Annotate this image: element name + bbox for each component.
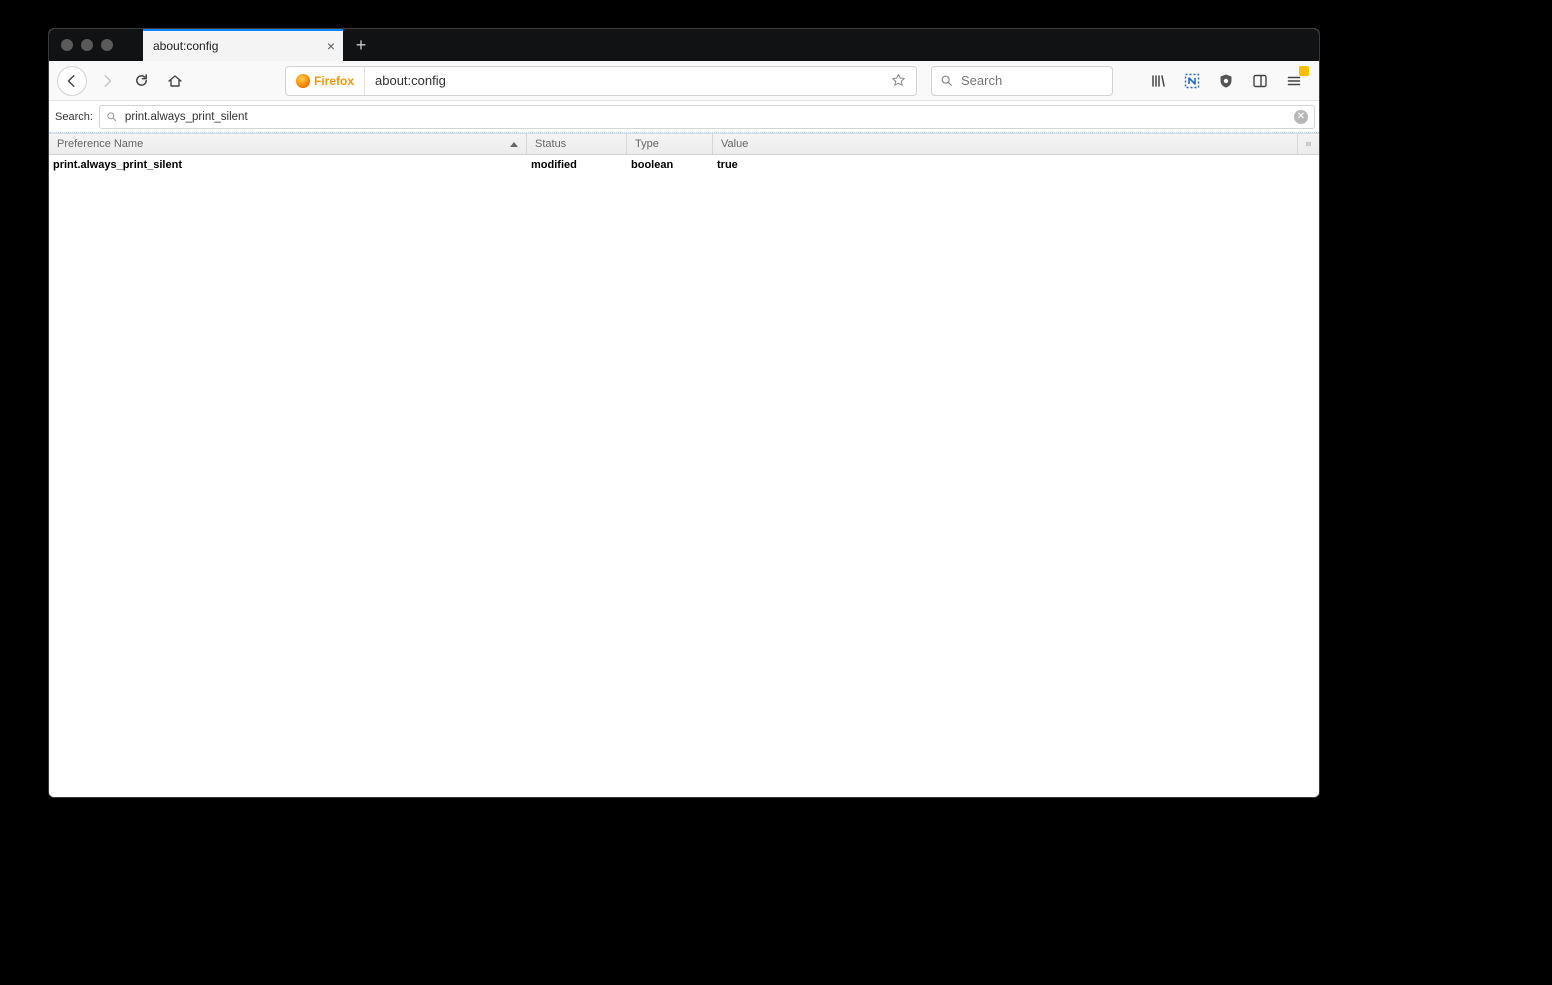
column-header-status-label: Status: [535, 138, 566, 150]
extension-ublock-button[interactable]: [1213, 68, 1239, 94]
column-picker-button[interactable]: [1297, 134, 1319, 154]
search-input[interactable]: [959, 72, 1139, 89]
pref-table-header: Preference Name Status Type Value: [49, 133, 1319, 155]
column-header-type[interactable]: Type: [627, 134, 713, 154]
extension-noscript-button[interactable]: [1179, 68, 1205, 94]
clear-search-button[interactable]: ✕: [1294, 110, 1308, 124]
url-text[interactable]: about:config: [365, 73, 881, 88]
column-header-name[interactable]: Preference Name: [49, 134, 527, 154]
home-icon: [167, 73, 183, 89]
search-icon: [940, 74, 953, 87]
config-search-input[interactable]: [123, 110, 1288, 124]
config-search-field[interactable]: ✕: [99, 105, 1315, 129]
config-search-row: Search: ✕: [49, 101, 1319, 133]
window-minimize-button[interactable]: [81, 39, 93, 51]
column-header-value-label: Value: [721, 138, 748, 150]
identity-box[interactable]: Firefox: [286, 67, 365, 95]
bookmark-star-button[interactable]: [881, 73, 916, 88]
column-header-status[interactable]: Status: [527, 134, 627, 154]
search-icon: [106, 111, 117, 122]
nav-toolbar: Firefox about:config: [49, 61, 1319, 101]
notification-badge-icon: [1299, 66, 1309, 76]
firefox-icon: [296, 74, 310, 88]
shield-icon: [1218, 73, 1234, 89]
library-button[interactable]: [1145, 68, 1171, 94]
sidebar-button[interactable]: [1247, 68, 1273, 94]
window-zoom-button[interactable]: [101, 39, 113, 51]
pref-value: true: [713, 159, 1319, 171]
pref-status: modified: [527, 159, 627, 171]
pref-type: boolean: [627, 159, 713, 171]
library-icon: [1150, 73, 1166, 89]
new-tab-button[interactable]: +: [345, 29, 377, 61]
browser-tab[interactable]: about:config ×: [143, 29, 343, 61]
identity-label: Firefox: [314, 74, 354, 88]
column-header-type-label: Type: [635, 138, 659, 150]
pref-table-body: print.always_print_silent modified boole…: [49, 155, 1319, 797]
noscript-icon: [1184, 73, 1200, 89]
column-picker-icon: [1306, 138, 1311, 150]
back-button[interactable]: [57, 66, 87, 96]
star-icon: [891, 73, 906, 88]
config-search-label: Search:: [55, 111, 93, 123]
window-controls: [49, 39, 113, 51]
pref-row[interactable]: print.always_print_silent modified boole…: [49, 155, 1319, 175]
titlebar: about:config × +: [49, 29, 1319, 61]
tab-title: about:config: [153, 39, 218, 53]
reload-icon: [134, 73, 149, 88]
window-close-button[interactable]: [61, 39, 73, 51]
browser-window: about:config × + Firefox about:config: [48, 28, 1320, 798]
pref-name: print.always_print_silent: [49, 159, 527, 171]
column-header-name-label: Preference Name: [57, 138, 143, 150]
app-menu-button[interactable]: [1281, 68, 1307, 94]
tab-close-button[interactable]: ×: [327, 39, 335, 53]
column-header-value[interactable]: Value: [713, 134, 1297, 154]
arrow-right-icon: [100, 74, 114, 88]
home-button[interactable]: [161, 67, 189, 95]
sidebar-icon: [1252, 73, 1268, 89]
search-bar[interactable]: [931, 66, 1113, 96]
url-bar[interactable]: Firefox about:config: [285, 66, 917, 96]
arrow-left-icon: [65, 74, 79, 88]
forward-button[interactable]: [93, 67, 121, 95]
reload-button[interactable]: [127, 67, 155, 95]
sort-ascending-icon: [510, 142, 518, 147]
toolbar-right: [1145, 68, 1311, 94]
